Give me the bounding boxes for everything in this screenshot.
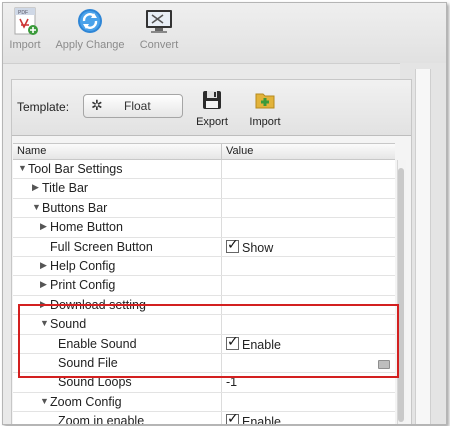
show-checkbox[interactable]: [226, 236, 239, 253]
monitor-convert-icon: [146, 10, 172, 33]
checkbox-label: Show: [242, 240, 274, 255]
row-name: Zoom Config: [50, 394, 122, 409]
cell-divider: [221, 218, 222, 237]
cell-divider: [221, 276, 222, 295]
expand-triangle-icon[interactable]: ▼: [40, 396, 49, 406]
collapse-triangle-icon[interactable]: ▶: [40, 260, 47, 271]
row-name: Buttons Bar: [42, 200, 108, 215]
cell-divider: [221, 392, 222, 412]
row-value: Enable: [226, 410, 281, 425]
row-name: Title Bar: [42, 181, 89, 196]
sound-highlight-box: [18, 304, 399, 378]
export-button[interactable]: Export: [194, 88, 230, 128]
import-toolbar-label: Import: [9, 39, 41, 51]
column-divider: [221, 144, 222, 159]
row-name: Home Button: [50, 220, 123, 235]
apply-change-label: Apply Change: [55, 39, 125, 51]
pdf-import-icon: PDF: [14, 7, 38, 35]
cell-divider: [221, 198, 222, 218]
table-row[interactable]: ▶ Title Bar: [13, 179, 395, 199]
template-value: Float: [124, 99, 151, 113]
convert-button[interactable]: Convert: [135, 7, 183, 51]
cell-divider: [221, 256, 222, 276]
svg-text:PDF: PDF: [18, 10, 28, 16]
template-label: Template:: [17, 100, 70, 114]
template-select-button[interactable]: ✲ Float: [83, 94, 183, 118]
settings-table: Name Value ▼ Tool Bar Settings ▶ Title B…: [13, 143, 406, 424]
collapse-triangle-icon[interactable]: ▶: [32, 182, 39, 193]
gear-icon: ✲: [91, 97, 103, 113]
import-template-button[interactable]: Import: [246, 88, 284, 128]
zoom-in-checkbox[interactable]: [226, 410, 239, 424]
cell-divider: [221, 237, 222, 256]
expand-triangle-icon[interactable]: ▼: [32, 202, 41, 212]
value-column-header[interactable]: Value: [226, 145, 253, 157]
table-scroll-thumb[interactable]: [398, 168, 404, 422]
cell-divider: [221, 179, 222, 198]
right-scrollbar[interactable]: [415, 69, 431, 424]
save-disk-icon: [203, 91, 221, 109]
row-name: Print Config: [50, 278, 116, 293]
collapse-triangle-icon[interactable]: ▶: [40, 279, 47, 290]
table-row[interactable]: Zoom in enable Enable: [13, 410, 395, 425]
table-row[interactable]: Full Screen Button Show: [13, 236, 395, 257]
table-row[interactable]: ▼ Tool Bar Settings: [13, 160, 395, 180]
table-header: Name Value: [13, 143, 395, 160]
main-toolbar: PDF Import Apply Change Convert: [3, 3, 446, 64]
table-body: ▼ Tool Bar Settings ▶ Title Bar ▼ Button…: [13, 160, 395, 425]
name-column-header[interactable]: Name: [17, 145, 46, 157]
checkbox-label: Enable: [242, 415, 281, 425]
cell-divider: [221, 412, 222, 424]
row-name: Help Config: [50, 258, 116, 273]
row-name: Zoom in enable: [58, 414, 145, 425]
expand-triangle-icon[interactable]: ▼: [18, 163, 27, 173]
table-row[interactable]: ▼ Zoom Config: [13, 392, 395, 413]
table-row[interactable]: ▶ Home Button: [13, 218, 395, 238]
apply-change-button[interactable]: Apply Change: [53, 7, 127, 51]
import-template-label: Import: [249, 116, 281, 128]
template-toolbar: Template: ✲ Float Export Import: [12, 80, 411, 136]
collapse-triangle-icon[interactable]: ▶: [40, 221, 47, 232]
table-row[interactable]: ▶ Print Config: [13, 276, 395, 296]
refresh-icon: [78, 9, 102, 33]
folder-import-icon: [255, 93, 275, 109]
export-label: Export: [196, 116, 228, 128]
import-toolbar-button[interactable]: PDF Import: [7, 7, 43, 51]
table-row[interactable]: ▶ Help Config: [13, 256, 395, 277]
row-name: Full Screen Button: [50, 239, 153, 254]
convert-label: Convert: [139, 39, 179, 51]
cell-divider: [221, 160, 222, 179]
row-name: Tool Bar Settings: [28, 162, 123, 176]
table-row[interactable]: ▼ Buttons Bar: [13, 198, 395, 219]
row-value: Show: [226, 236, 274, 255]
